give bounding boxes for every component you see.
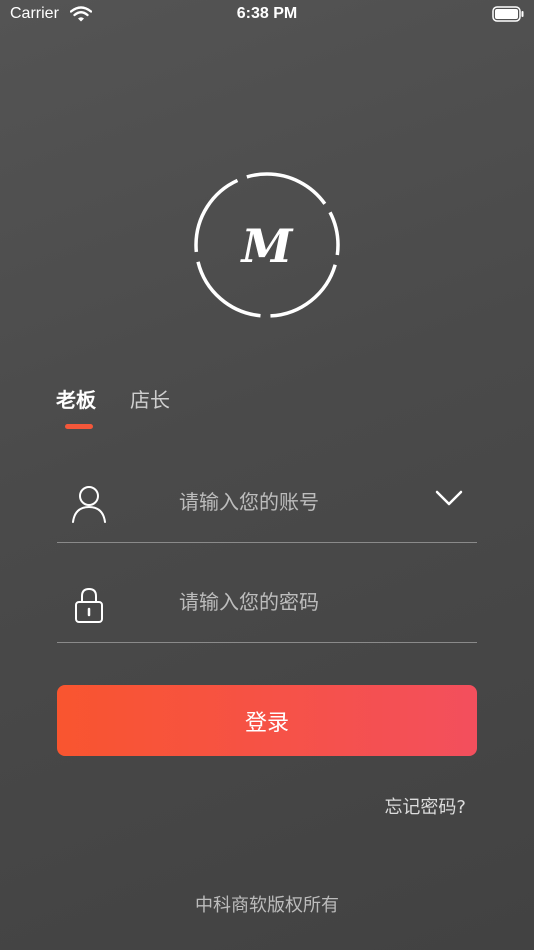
tab-indicator: [65, 424, 93, 429]
account-field: [57, 476, 477, 543]
role-tabs: 老板 店长: [56, 384, 256, 434]
logo-letter: M: [240, 219, 295, 273]
dashed-circle-logo: M: [194, 172, 340, 318]
copyright-footer: 中科商软版权所有: [195, 895, 339, 916]
tab-boss[interactable]: 老板: [56, 384, 96, 413]
forgot-password-link[interactable]: 忘记密码?: [384, 793, 466, 819]
status-time: 6:38 PM: [236, 5, 298, 22]
user-icon: [71, 484, 107, 528]
status-bar: Carrier 6:38 PM: [0, 0, 534, 30]
chevron-down-icon[interactable]: [435, 490, 463, 510]
battery-icon: [492, 6, 524, 26]
password-field: [57, 576, 477, 643]
password-input[interactable]: [177, 584, 421, 620]
account-input[interactable]: [177, 484, 421, 520]
tab-store-manager[interactable]: 店长: [130, 384, 170, 413]
login-button[interactable]: 登录: [57, 685, 477, 756]
lock-icon: [71, 584, 107, 628]
app-logo: M: [192, 170, 342, 320]
